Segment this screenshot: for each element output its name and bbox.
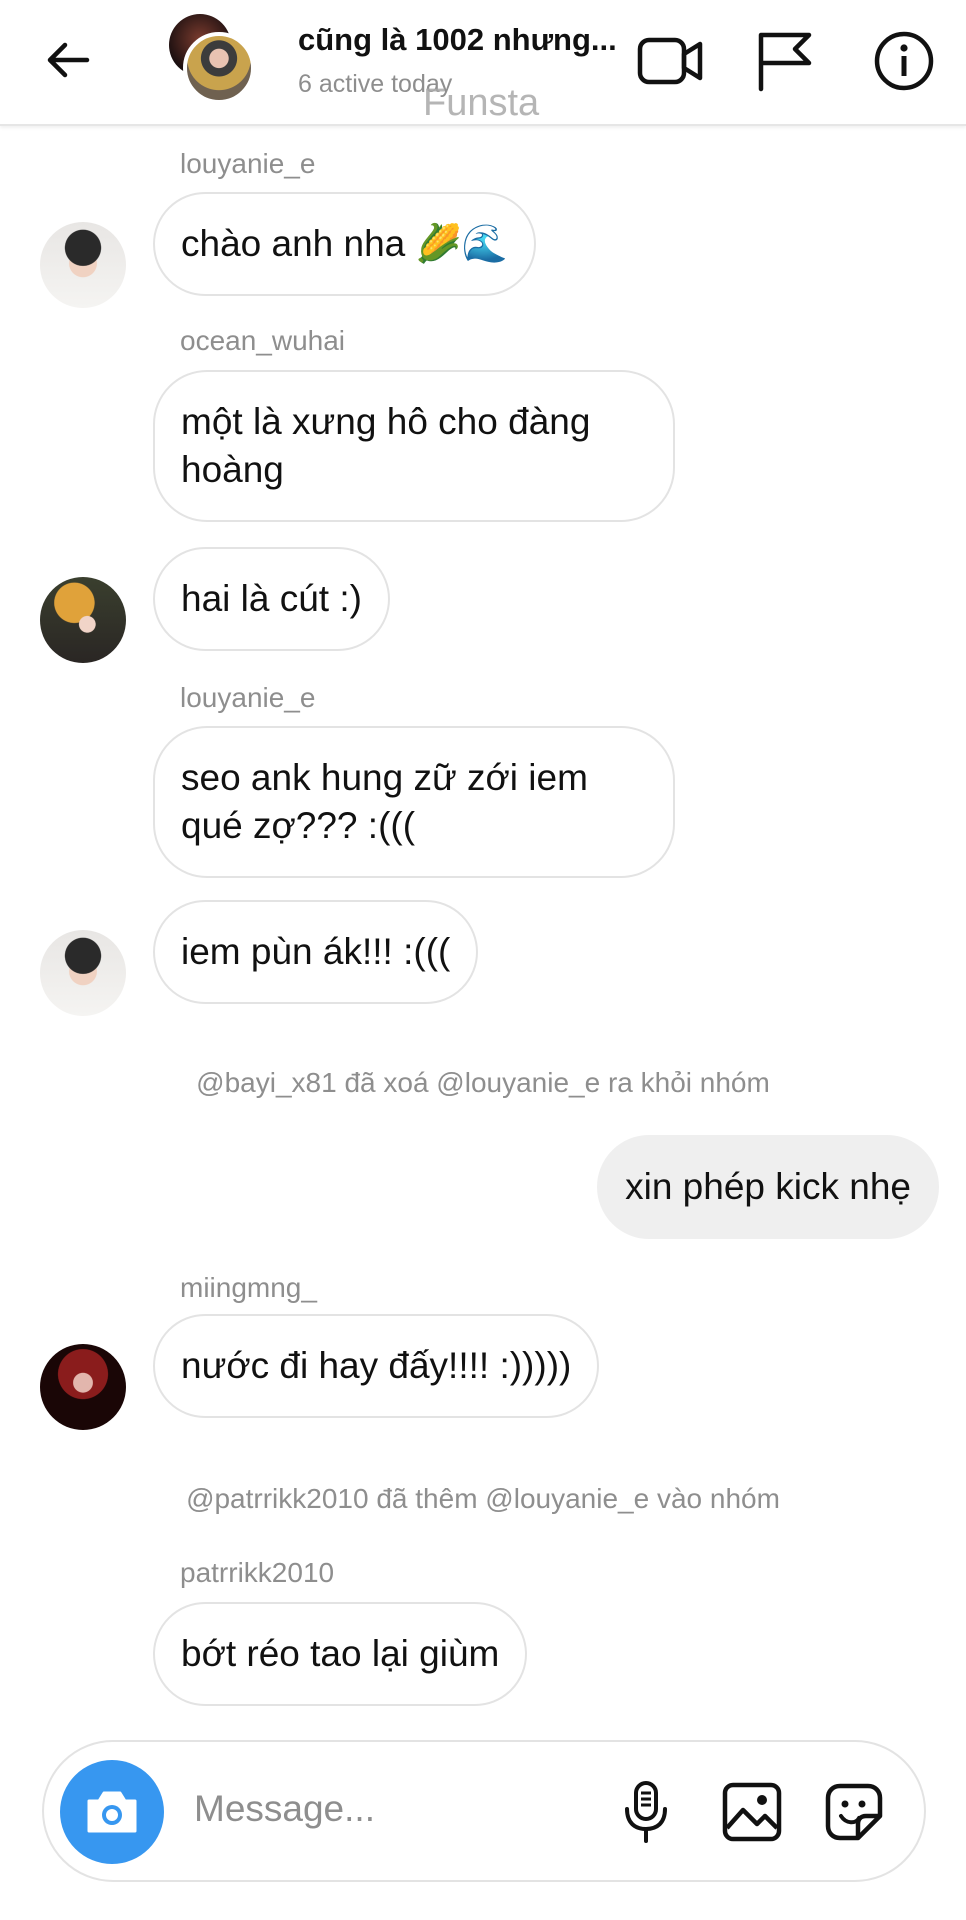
my-message-bubble[interactable]: xin phép kick nhẹ (597, 1135, 939, 1239)
camera-button[interactable] (60, 1760, 164, 1864)
sender-name: louyanie_e (180, 148, 316, 179)
video-call-button[interactable] (632, 22, 710, 100)
watermark: Funsta (423, 82, 540, 124)
microphone-icon (625, 1781, 667, 1843)
sender-name: ocean_wuhai (180, 325, 346, 356)
message-composer: Message... (42, 1740, 926, 1882)
chat-header: cũng là 1002 nhưng... 6 active today Fun… (0, 0, 966, 126)
image-icon (722, 1782, 782, 1842)
message-bubble[interactable]: nước đi hay đấy!!!! :))))) (153, 1314, 600, 1418)
message-bubble[interactable]: hai là cút :) (153, 547, 390, 651)
message-bubble[interactable]: seo ank hung zữ zới iem qué zợ??? :((( (153, 726, 675, 878)
voice-button[interactable] (606, 1772, 686, 1852)
sender-name: miingmng_ (180, 1272, 317, 1303)
sticker-button[interactable] (814, 1772, 894, 1852)
avatar[interactable] (40, 1344, 126, 1430)
sticker-icon (825, 1783, 883, 1841)
flag-icon (758, 32, 812, 92)
arrow-left-icon (47, 42, 90, 78)
chat-title[interactable]: cũng là 1002 nhưng... (298, 22, 617, 58)
info-button[interactable] (865, 22, 943, 100)
avatar[interactable] (40, 930, 126, 1016)
group-avatar-front (183, 32, 255, 104)
message-bubble[interactable]: một là xưng hô cho đàng hoàng (153, 370, 675, 522)
group-avatar[interactable] (165, 14, 257, 106)
back-button[interactable] (38, 30, 98, 90)
message-bubble[interactable]: chào anh nha 🌽🌊 (153, 192, 536, 296)
message-bubble[interactable]: iem pùn ák!!! :((( (153, 900, 479, 1004)
info-icon (874, 31, 934, 91)
message-bubble[interactable]: bớt réo tao lại giùm (153, 1602, 528, 1706)
message-input[interactable]: Message... (194, 1788, 375, 1830)
video-camera-icon (637, 37, 703, 85)
avatar[interactable] (40, 577, 126, 663)
avatar[interactable] (40, 222, 126, 308)
report-button[interactable] (746, 22, 824, 100)
sender-name: patrrikk2010 (180, 1557, 335, 1588)
gallery-button[interactable] (712, 1772, 792, 1852)
sender-name: louyanie_e (180, 682, 316, 713)
camera-icon (87, 1791, 137, 1833)
system-notice: @bayi_x81 đã xoá @louyanie_e ra khỏi nhó… (196, 1067, 770, 1098)
system-notice: @patrrikk2010 đã thêm @louyanie_e vào nh… (186, 1483, 780, 1514)
